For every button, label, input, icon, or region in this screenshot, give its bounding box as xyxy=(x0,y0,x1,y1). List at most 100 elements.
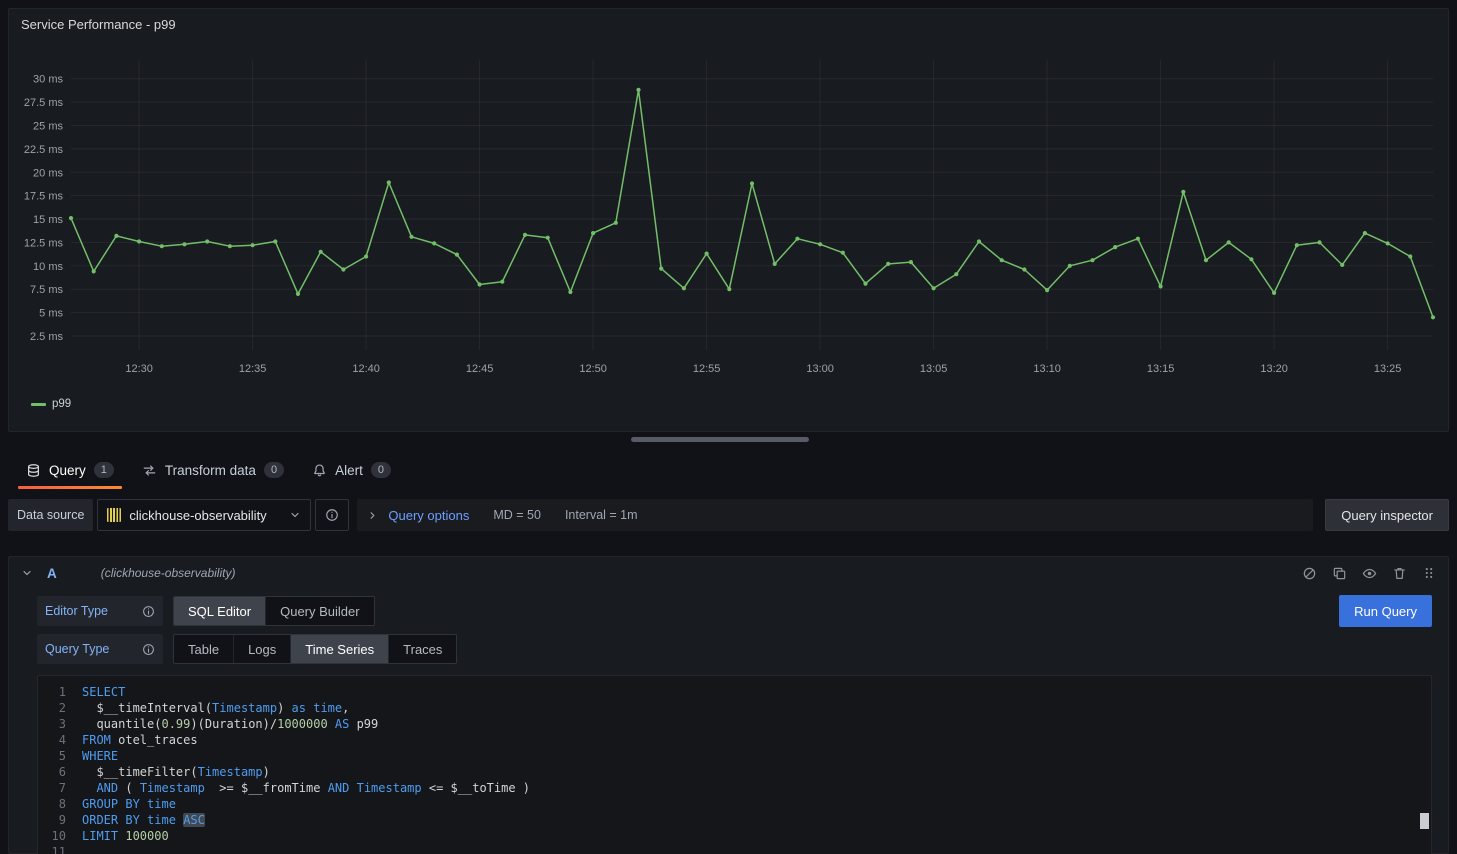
editor-type-label: Editor Type xyxy=(37,596,163,626)
query-row-header: A (clickhouse-observability) xyxy=(9,557,1448,589)
svg-text:12:55: 12:55 xyxy=(693,363,721,375)
sql-code-editor[interactable]: 1SELECT2 $__timeInterval(Timestamp) as t… xyxy=(37,675,1432,854)
chevron-down-icon xyxy=(289,509,301,521)
tab-query[interactable]: Query 1 xyxy=(16,453,124,489)
query-options-bar: Query options MD = 50 Interval = 1m xyxy=(357,499,1313,531)
tab-count-badge: 0 xyxy=(264,462,284,478)
svg-text:13:25: 13:25 xyxy=(1374,363,1402,375)
query-ref-id[interactable]: A xyxy=(47,566,57,581)
duplicate-query-icon[interactable] xyxy=(1332,566,1347,581)
svg-text:20 ms: 20 ms xyxy=(33,167,63,179)
query-inspector-button[interactable]: Query inspector xyxy=(1325,499,1449,531)
editor-type-row: Editor Type SQL Editor Query Builder Run… xyxy=(37,595,1432,627)
info-icon[interactable] xyxy=(142,605,155,618)
editor-type-option-sql-editor[interactable]: SQL Editor xyxy=(174,597,266,625)
legend-swatch xyxy=(31,403,46,406)
svg-text:12.5 ms: 12.5 ms xyxy=(24,237,64,249)
line-number: 3 xyxy=(38,716,82,732)
code-line: 6 $__timeFilter(Timestamp) xyxy=(38,764,1431,780)
info-icon[interactable] xyxy=(142,643,155,656)
query-type-option-logs[interactable]: Logs xyxy=(234,635,291,663)
svg-text:12:30: 12:30 xyxy=(125,363,153,375)
svg-text:12:40: 12:40 xyxy=(352,363,380,375)
svg-text:22.5 ms: 22.5 ms xyxy=(24,144,64,156)
bell-icon xyxy=(312,463,327,478)
datasource-help-button[interactable] xyxy=(315,499,349,531)
line-number: 11 xyxy=(38,844,82,854)
code-line: 1SELECT xyxy=(38,684,1431,700)
editor-type-label-text: Editor Type xyxy=(45,604,108,618)
code-line: 8GROUP BY time xyxy=(38,796,1431,812)
tab-count-badge: 0 xyxy=(371,462,391,478)
code-line: 5WHERE xyxy=(38,748,1431,764)
editor-type-toggle: SQL Editor Query Builder xyxy=(173,596,375,626)
editor-type-option-query-builder[interactable]: Query Builder xyxy=(266,597,373,625)
code-line: 4FROM otel_traces xyxy=(38,732,1431,748)
query-type-label: Query Type xyxy=(37,634,163,664)
legend-label[interactable]: p99 xyxy=(52,398,71,410)
svg-text:13:05: 13:05 xyxy=(920,363,948,375)
svg-text:12:50: 12:50 xyxy=(579,363,607,375)
datasource-label: Data source xyxy=(8,499,93,531)
query-type-option-time-series[interactable]: Time Series xyxy=(291,635,389,663)
editor-cursor-marker xyxy=(1420,813,1429,829)
delete-query-icon[interactable] xyxy=(1392,566,1407,581)
code-line: 10LIMIT 100000 xyxy=(38,828,1431,844)
timeseries-chart[interactable]: 2.5 ms5 ms7.5 ms10 ms12.5 ms15 ms17.5 ms… xyxy=(9,34,1448,396)
tab-transform-data[interactable]: Transform data 0 xyxy=(132,453,294,489)
disable-query-icon[interactable] xyxy=(1302,566,1317,581)
line-number: 5 xyxy=(38,748,82,764)
line-number: 9 xyxy=(38,812,82,828)
interval-stat: Interval = 1m xyxy=(565,508,638,522)
chart-legend: p99 xyxy=(9,396,1448,410)
query-datasource-hint: (clickhouse-observability) xyxy=(101,566,236,580)
line-number: 4 xyxy=(38,732,82,748)
svg-text:5 ms: 5 ms xyxy=(39,308,63,320)
code-line: 11 xyxy=(38,844,1431,854)
max-data-points-stat: MD = 50 xyxy=(493,508,541,522)
query-editor-card: A (clickhouse-observability) Editor Type xyxy=(8,556,1449,854)
tab-alert[interactable]: Alert 0 xyxy=(302,453,401,489)
query-editor-tabs: Query 1 Transform data 0 Alert 0 xyxy=(16,453,401,489)
collapse-chevron-icon[interactable] xyxy=(21,567,33,579)
svg-text:13:15: 13:15 xyxy=(1147,363,1175,375)
query-type-option-traces[interactable]: Traces xyxy=(389,635,456,663)
query-type-option-table[interactable]: Table xyxy=(174,635,234,663)
svg-text:7.5 ms: 7.5 ms xyxy=(30,284,64,296)
chevron-right-icon[interactable] xyxy=(367,510,378,521)
tab-label: Transform data xyxy=(165,463,256,478)
query-row-actions xyxy=(1302,566,1436,581)
query-type-toggle: Table Logs Time Series Traces xyxy=(173,634,457,664)
info-icon xyxy=(325,508,339,522)
datasource-value: clickhouse-observability xyxy=(129,508,281,523)
svg-text:2.5 ms: 2.5 ms xyxy=(30,331,64,343)
drag-handle-icon[interactable] xyxy=(1422,566,1436,580)
horizontal-scrollbar[interactable] xyxy=(631,437,809,442)
svg-text:17.5 ms: 17.5 ms xyxy=(24,191,64,203)
line-number: 6 xyxy=(38,764,82,780)
svg-text:12:45: 12:45 xyxy=(466,363,494,375)
tab-label: Alert xyxy=(335,463,363,478)
tab-count-badge: 1 xyxy=(94,462,114,478)
query-type-label-text: Query Type xyxy=(45,642,109,656)
line-number: 2 xyxy=(38,700,82,716)
tab-label: Query xyxy=(49,463,86,478)
run-query-button[interactable]: Run Query xyxy=(1339,595,1432,627)
line-number: 10 xyxy=(38,828,82,844)
svg-text:13:20: 13:20 xyxy=(1260,363,1288,375)
timeseries-panel: Service Performance - p99 2.5 ms 5 ms 7.5 … xyxy=(8,8,1449,432)
line-number: 8 xyxy=(38,796,82,812)
code-line: 7 AND ( Timestamp >= $__fromTime AND Tim… xyxy=(38,780,1431,796)
code-line: 3 quantile(0.99)(Duration)/1000000 AS p9… xyxy=(38,716,1431,732)
hide-response-icon[interactable] xyxy=(1362,566,1377,581)
query-options-link[interactable]: Query options xyxy=(388,508,469,523)
panel-title[interactable]: Service Performance - p99 xyxy=(9,9,1448,34)
svg-text:25 ms: 25 ms xyxy=(33,121,63,133)
datasource-toolbar: Data source clickhouse-observability Que… xyxy=(8,499,1449,531)
svg-text:12:35: 12:35 xyxy=(239,363,267,375)
database-icon xyxy=(26,463,41,478)
code-line: 9ORDER BY time ASC xyxy=(38,812,1431,828)
datasource-select[interactable]: clickhouse-observability xyxy=(97,499,311,531)
code-line: 2 $__timeInterval(Timestamp) as time, xyxy=(38,700,1431,716)
transform-icon xyxy=(142,463,157,478)
